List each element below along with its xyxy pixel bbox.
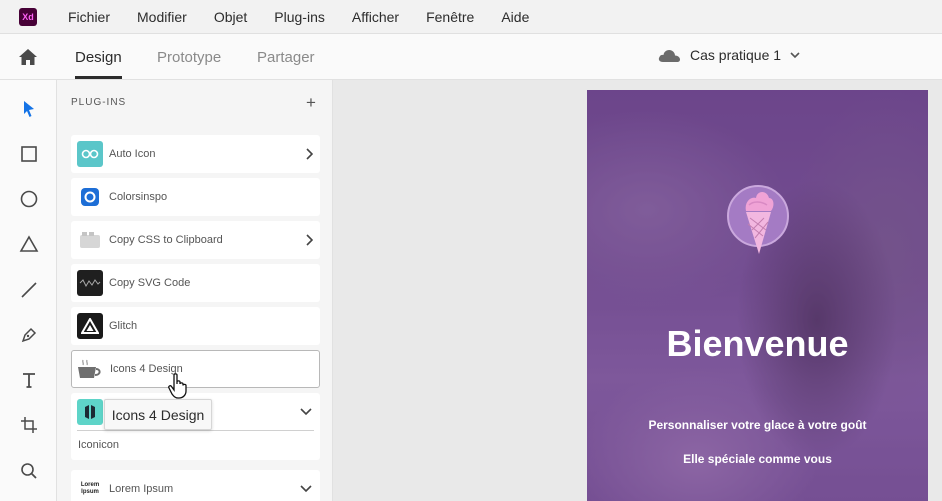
line-icon — [21, 282, 37, 298]
zoom-tool[interactable] — [18, 460, 40, 482]
plugin-copy-svg[interactable]: Copy SVG Code — [71, 264, 320, 302]
chevron-down-icon[interactable] — [300, 485, 312, 493]
plugin-sub-item[interactable]: Iconicon — [78, 439, 119, 451]
iconicon-icon — [77, 399, 103, 425]
text-tool[interactable] — [18, 369, 40, 391]
menu-modifier[interactable]: Modifier — [137, 9, 187, 25]
artboard-title: Bienvenue — [666, 323, 849, 364]
plugin-label: Auto Icon — [109, 148, 156, 160]
coffee-cup-icon — [77, 356, 103, 382]
colorsinspo-icon — [77, 184, 103, 210]
photo-tint-overlay — [587, 90, 928, 501]
home-icon[interactable] — [18, 48, 38, 66]
plugin-glitch[interactable]: Glitch — [71, 307, 320, 345]
glitch-icon — [77, 313, 103, 339]
menu-fichier[interactable]: Fichier — [68, 9, 110, 25]
select-arrow-icon — [24, 101, 34, 117]
plugin-label: Glitch — [109, 320, 138, 332]
menu-objet[interactable]: Objet — [214, 9, 247, 25]
divider — [77, 430, 314, 431]
select-tool[interactable] — [18, 98, 40, 120]
xd-app-icon[interactable]: Xd — [19, 7, 37, 26]
ice-cream-logo-icon — [727, 185, 789, 254]
menu-aide[interactable]: Aide — [501, 9, 529, 25]
menu-afficher[interactable]: Afficher — [352, 9, 399, 25]
clipboard-icon — [77, 227, 103, 253]
tab-design[interactable]: Design — [75, 49, 122, 66]
tab-share[interactable]: Partager — [257, 49, 315, 66]
svg-code-icon — [77, 270, 103, 296]
panel-title: PLUG-INS — [71, 97, 127, 108]
document-title: Cas pratique 1 — [690, 47, 782, 63]
artboard-icon — [21, 417, 37, 433]
artboard-subtitle-1: Personnaliser votre glace à votre goût — [648, 418, 867, 432]
pen-icon — [21, 327, 37, 343]
plugin-copy-css[interactable]: Copy CSS to Clipboard — [71, 221, 320, 259]
auto-icon-icon — [77, 141, 103, 167]
menu-bar: Xd Fichier Modifier Objet Plug-ins Affic… — [0, 0, 942, 34]
document-title-dropdown[interactable]: Cas pratique 1 — [657, 47, 800, 63]
cloud-icon — [658, 50, 680, 62]
artboard-subtitle-2: Elle spéciale comme vous — [683, 452, 832, 466]
ellipse-icon — [20, 190, 38, 208]
plugin-lorem-ipsum[interactable]: Lorem Ipsum Lorem Ipsum — [71, 470, 320, 501]
plugin-colorsinspo[interactable]: Colorsinspo — [71, 178, 320, 216]
plugin-label: Copy CSS to Clipboard — [109, 234, 223, 246]
plugin-auto-icon[interactable]: Auto Icon — [71, 135, 320, 173]
plugin-label: Lorem Ipsum — [109, 483, 174, 495]
rectangle-tool[interactable] — [18, 143, 40, 165]
plugin-label: Colorsinspo — [109, 191, 168, 203]
artboard-welcome-screen[interactable]: Bienvenue Personnaliser votre glace à vo… — [587, 90, 928, 501]
text-icon — [23, 373, 35, 388]
plugin-label: Copy SVG Code — [109, 277, 191, 289]
pen-tool[interactable] — [18, 324, 40, 346]
polygon-tool[interactable] — [18, 233, 40, 255]
plugins-panel: PLUG-INS + Auto Icon Colorsinspo Copy CS… — [57, 80, 333, 501]
chevron-right-icon — [306, 234, 313, 246]
tools-toolbar — [0, 80, 57, 501]
chevron-down-icon[interactable] — [300, 408, 312, 416]
ipsum-icon-text: Ipsum — [81, 489, 99, 495]
line-tool[interactable] — [18, 279, 40, 301]
rectangle-icon — [21, 146, 37, 162]
menu-fenetre[interactable]: Fenêtre — [426, 9, 474, 25]
chevron-down-icon — [790, 51, 800, 58]
chevron-right-icon — [306, 148, 313, 160]
mode-tab-bar: Design Prototype Partager Cas pratique 1 — [0, 34, 942, 80]
triangle-icon — [19, 235, 39, 252]
plugin-tooltip: Icons 4 Design — [104, 399, 212, 430]
search-icon — [21, 463, 37, 479]
lorem-icon-text: Lorem — [80, 482, 100, 488]
active-tab-indicator — [75, 76, 122, 79]
add-plugin-button[interactable]: + — [306, 93, 316, 113]
ellipse-tool[interactable] — [18, 188, 40, 210]
artboard-tool[interactable] — [18, 414, 40, 436]
menu-plugins[interactable]: Plug-ins — [274, 9, 325, 25]
plugin-icons-4-design[interactable]: Icons 4 Design — [71, 350, 320, 388]
hand-cursor-icon — [168, 373, 187, 399]
lorem-ipsum-icon: Lorem Ipsum — [77, 476, 103, 501]
tab-prototype[interactable]: Prototype — [157, 49, 221, 66]
